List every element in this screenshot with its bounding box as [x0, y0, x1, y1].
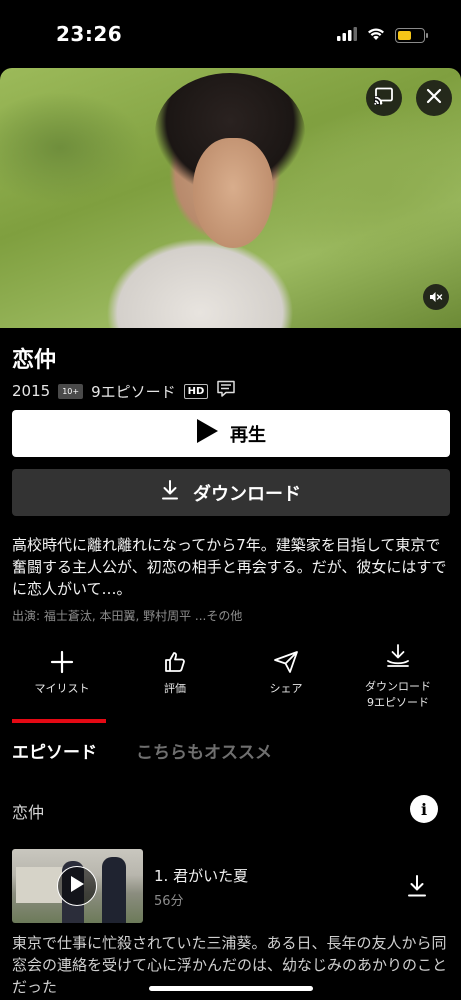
episode-count: 9エピソード: [91, 382, 176, 401]
detail-sheet: 恋仲 2015 10+ 9エピソード HD 再生 ダウンロード 高校時代に離れ離…: [0, 68, 461, 1000]
episode-play-button[interactable]: [57, 866, 97, 906]
info-icon: i: [420, 799, 428, 819]
hero-image[interactable]: [0, 68, 461, 328]
cast-list[interactable]: 出演: 福士蒼汰, 本田翼, 野村周平 ...その他: [12, 607, 242, 624]
info-button[interactable]: i: [410, 795, 438, 823]
download-button-label: ダウンロード: [193, 483, 301, 505]
action-row: マイリスト 評価 シェア ダウンロード 9エピソード: [0, 644, 461, 710]
battery-level: [398, 31, 412, 40]
thumbnail-figure: [102, 857, 126, 923]
play-icon: [69, 875, 85, 897]
download-icon: [161, 480, 179, 505]
status-bar: 23:26: [0, 0, 461, 68]
cellular-signal-icon: [337, 26, 357, 45]
status-icons: [337, 26, 428, 45]
season-label: 恋仲: [12, 803, 45, 822]
download-button[interactable]: ダウンロード: [12, 469, 450, 516]
episode-download-button[interactable]: [407, 875, 427, 901]
cast-icon: [374, 87, 394, 109]
release-year: 2015: [12, 382, 51, 400]
show-meta: 2015 10+ 9エピソード HD: [12, 380, 236, 402]
rate-button[interactable]: 評価: [120, 650, 230, 696]
download-all-icon: [343, 644, 453, 672]
subtitles-icon: [216, 380, 236, 402]
wifi-icon: [367, 26, 385, 45]
play-button-label: 再生: [230, 424, 266, 446]
tab-episodes[interactable]: エピソード: [12, 738, 97, 763]
synopsis: 高校時代に離れ離れになってから7年。建築家を目指して東京で奮闘する主人公が、初恋…: [12, 536, 447, 598]
mute-button[interactable]: [423, 284, 449, 310]
play-button[interactable]: 再生: [12, 410, 450, 457]
rate-label: 評価: [164, 682, 186, 695]
share-label: シェア: [269, 682, 303, 695]
download-icon: [407, 875, 427, 901]
download-all-label: ダウンロード: [365, 680, 431, 693]
home-indicator[interactable]: [149, 986, 313, 991]
show-title: 恋仲: [12, 348, 57, 373]
maturity-rating-badge: 10+: [58, 383, 84, 399]
close-button[interactable]: [416, 80, 452, 116]
share-button[interactable]: シェア: [231, 650, 341, 696]
battery-icon: [395, 28, 428, 43]
mute-icon: [429, 288, 443, 307]
close-icon: [426, 88, 442, 108]
download-all-button[interactable]: ダウンロード 9エピソード: [343, 644, 453, 710]
plus-icon: [7, 650, 117, 674]
episode-title: 1. 君がいた夏: [154, 867, 249, 885]
download-all-count: 9エピソード: [367, 696, 429, 709]
share-icon: [231, 650, 341, 674]
hero-figure-face: [193, 138, 273, 248]
tab-more-like-this[interactable]: こちらもオススメ: [136, 738, 272, 763]
cast-button[interactable]: [366, 80, 402, 116]
play-icon: [196, 419, 218, 448]
episode-row[interactable]: 1. 君がいた夏 56分: [12, 849, 450, 923]
episode-thumbnail[interactable]: [12, 849, 143, 923]
episode-duration: 56分: [154, 894, 184, 909]
thumbs-up-icon: [120, 650, 230, 674]
my-list-button[interactable]: マイリスト: [7, 650, 117, 696]
my-list-label: マイリスト: [34, 682, 90, 695]
status-time: 23:26: [56, 22, 123, 46]
hd-badge: HD: [183, 383, 209, 399]
tab-active-indicator: [12, 719, 106, 723]
